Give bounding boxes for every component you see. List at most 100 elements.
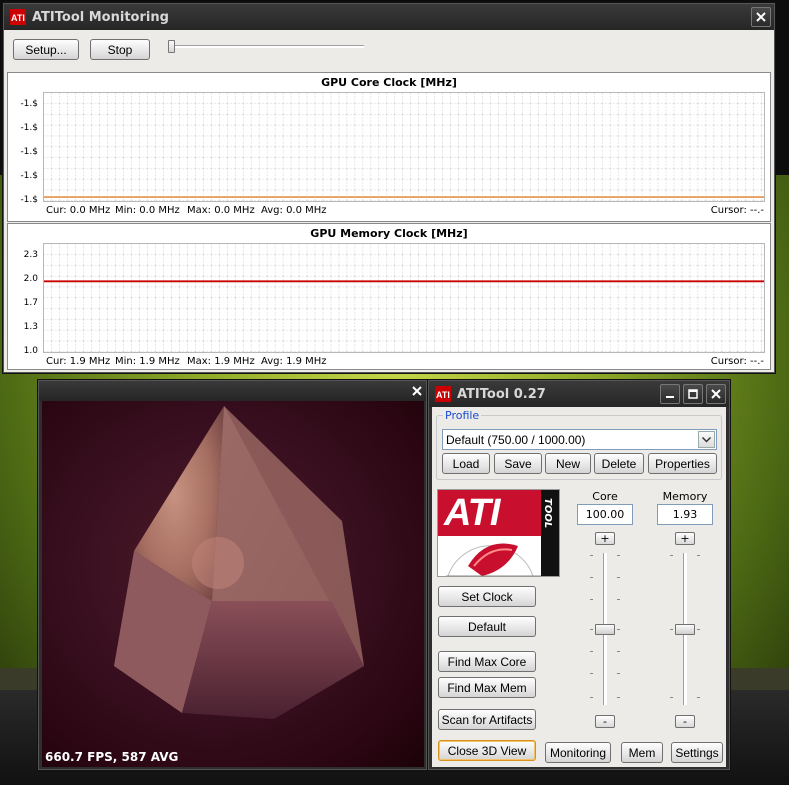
core-slider-tick [590,599,593,600]
core-slider-tick [590,555,593,556]
monitoring-title: ATITool Monitoring [32,9,169,25]
atitool-close-button[interactable] [706,384,726,404]
close-icon [756,12,766,22]
mem-min-stat: Min: 1.9 MHz [115,356,180,367]
memory-slider-thumb[interactable] [675,624,695,635]
close-3d-view-button[interactable]: Close 3D View [438,740,536,761]
core-slider-tick [617,599,620,600]
memory-slider-tick [697,555,700,556]
memory-clock-graph-title: GPU Memory Clock [MHz] [310,227,468,240]
core-slider-tick [617,577,620,578]
core-slider-tick [617,673,620,674]
profile-load-button[interactable]: Load [442,453,490,474]
set-clock-button[interactable]: Set Clock [438,586,536,607]
memory-clock-input[interactable]: 1.93 [657,504,713,525]
chevron-down-icon [702,436,711,443]
view3d-window: 660.7 FPS, 587 AVG [38,380,427,770]
core-ytick-1: -1.$ [20,99,38,109]
monitoring-button[interactable]: Monitoring [545,742,611,763]
memory-slider-tick [670,697,673,698]
monitoring-speed-slider-track[interactable] [170,45,364,48]
core-min-stat: Min: 0.0 MHz [115,205,180,216]
core-slider-tick [590,629,593,630]
maximize-icon [688,389,698,399]
atitool-minimize-button[interactable] [660,384,680,404]
profile-dropdown-button[interactable] [698,431,715,448]
monitoring-window: ATI ATITool Monitoring Setup... Stop GPU… [3,3,775,373]
view3d-titlebar[interactable] [39,381,426,401]
monitoring-speed-slider-thumb[interactable] [168,40,175,53]
core-cur-stat: Cur: 0.0 MHz [46,205,111,216]
mem-max-stat: Max: 1.9 MHz [187,356,255,367]
ati-app-icon: ATI [435,386,451,402]
core-slider-tick [590,697,593,698]
setup-button[interactable]: Setup... [13,39,79,60]
mem-ytick-3: 1.7 [23,298,38,308]
profile-properties-button[interactable]: Properties [648,453,717,474]
profile-delete-button[interactable]: Delete [594,453,644,474]
core-slider-tick [590,651,593,652]
memory-slider-tick [670,555,673,556]
core-clock-graph-panel: GPU Core Clock [MHz] -1.$ -1.$ -1.$ -1.$… [7,72,771,222]
profile-select[interactable]: Default (750.00 / 1000.00) [442,429,717,450]
core-clock-graph-title: GPU Core Clock [MHz] [321,76,457,89]
svg-text:ATI: ATI [436,390,450,400]
core-slider-thumb[interactable] [595,624,615,635]
atitool-window: ATI ATITool 0.27 Profile Default (750.00… [428,380,730,770]
memory-slider-tick [670,629,673,630]
default-button[interactable]: Default [438,616,536,637]
fur-cube-render [114,406,364,719]
memory-slider-tick [697,629,700,630]
core-ytick-5: -1.$ [20,195,38,205]
3d-render-canvas[interactable]: 660.7 FPS, 587 AVG [42,401,424,767]
close-icon [412,386,422,396]
memory-clock-plot[interactable] [43,243,765,353]
scan-artifacts-button[interactable]: Scan for Artifacts [438,709,536,730]
core-slider-tick [617,651,620,652]
core-decrease-button[interactable]: - [595,715,615,728]
atitool-titlebar[interactable]: ATI ATITool 0.27 [429,381,729,407]
monitoring-close-button[interactable] [751,7,771,27]
memory-clock-graph-panel: GPU Memory Clock [MHz] 2.3 2.0 1.7 1.3 1… [7,223,771,370]
core-clock-plot[interactable] [43,92,765,202]
stop-button[interactable]: Stop [90,39,150,60]
memory-slider-tick [697,697,700,698]
find-max-core-button[interactable]: Find Max Core [438,651,536,672]
core-cursor-stat: Cursor: --.- [710,205,764,216]
close-icon [711,389,721,399]
core-slider-tick [617,629,620,630]
core-ytick-4: -1.$ [20,171,38,181]
profile-save-button[interactable]: Save [494,453,542,474]
profile-new-button[interactable]: New [545,453,591,474]
core-label: Core [592,490,618,503]
find-max-mem-button[interactable]: Find Max Mem [438,677,536,698]
monitoring-titlebar[interactable]: ATI ATITool Monitoring [4,4,774,30]
profile-group-label: Profile [443,409,482,422]
profile-selected-value: Default (750.00 / 1000.00) [446,432,586,447]
logo-sub-text: TOOL [542,498,553,529]
core-increase-button[interactable]: + [595,532,615,545]
core-slider-tick [617,697,620,698]
core-ytick-3: -1.$ [20,147,38,157]
logo-text: ATI [444,492,500,534]
atitool-maximize-button[interactable] [683,384,703,404]
atitool-title: ATITool 0.27 [457,386,546,402]
core-max-stat: Max: 0.0 MHz [187,205,255,216]
memory-decrease-button[interactable]: - [675,715,695,728]
svg-text:ATI: ATI [11,13,25,23]
mem-ytick-2: 2.0 [23,274,38,284]
core-clock-input[interactable]: 100.00 [577,504,633,525]
settings-button[interactable]: Settings [671,742,723,763]
mem-cur-stat: Cur: 1.9 MHz [46,356,111,367]
monitoring-client: Setup... Stop GPU Core Clock [MHz] -1.$ … [4,30,774,372]
core-slider-tick [617,555,620,556]
mem-button[interactable]: Mem [621,742,663,763]
mem-ytick-5: 1.0 [23,346,38,356]
memory-increase-button[interactable]: + [675,532,695,545]
view3d-close-button[interactable] [410,384,424,398]
atitool-client: Profile Default (750.00 / 1000.00) Load … [432,407,726,767]
core-ytick-2: -1.$ [20,123,38,133]
core-slider-tick [590,577,593,578]
mem-avg-stat: Avg: 1.9 MHz [261,356,327,367]
core-avg-stat: Avg: 0.0 MHz [261,205,327,216]
